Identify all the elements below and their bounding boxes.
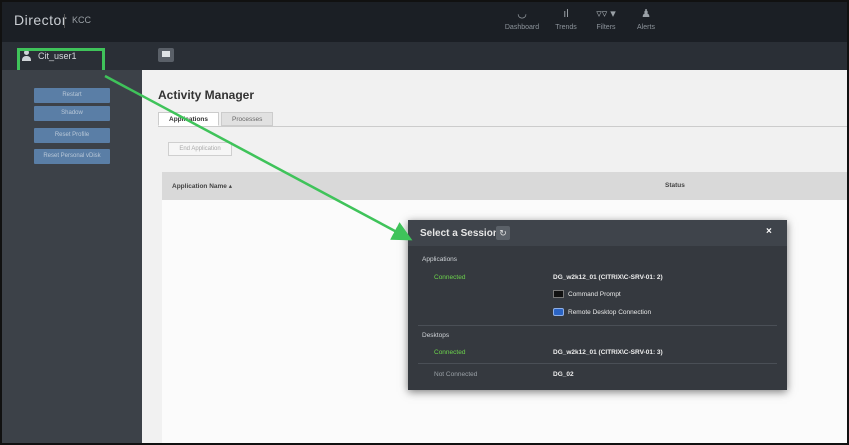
top-nav: ◡ Dashboard ıl Trends ▿▿ ▾ Filters ♟ Ale…: [500, 4, 668, 31]
close-icon[interactable]: ×: [766, 226, 772, 237]
tab-processes[interactable]: Processes: [221, 112, 274, 126]
remote-desktop-icon: [553, 308, 564, 316]
desktop-session-name[interactable]: DG_w2k12_01 (CITRIX\C-SRV-01: 3): [553, 349, 663, 356]
desktop-session-status[interactable]: Not Connected: [434, 371, 477, 378]
app-item-remote-desktop: Remote Desktop Connection: [553, 308, 651, 316]
desktop-session-status[interactable]: Connected: [434, 349, 465, 356]
app-item-command-prompt: Command Prompt: [553, 290, 621, 298]
dialog-title: Select a Session: [420, 228, 499, 239]
app-item-label: Command Prompt: [568, 290, 621, 298]
app-session-status[interactable]: Connected: [434, 274, 465, 281]
reset-vdisk-button[interactable]: Reset Personal vDisk: [34, 149, 110, 164]
nav-dashboard[interactable]: ◡ Dashboard: [500, 4, 544, 31]
section-divider: [418, 325, 777, 326]
sub-bar: Cit_user1: [2, 42, 847, 70]
restart-button[interactable]: Restart: [34, 88, 110, 103]
director-window: Director KCC ◡ Dashboard ıl Trends ▿▿ ▾ …: [0, 0, 849, 445]
nav-filters[interactable]: ▿▿ ▾ Filters: [588, 4, 624, 31]
app-session-name[interactable]: DG_w2k12_01 (CITRIX\C-SRV-01: 2): [553, 274, 663, 281]
nav-trends[interactable]: ıl Trends: [548, 4, 584, 31]
shadow-screen-icon[interactable]: [158, 48, 174, 62]
trends-icon: ıl: [563, 8, 569, 20]
site-name: KCC: [72, 15, 92, 25]
nav-trends-label: Trends: [555, 24, 577, 31]
select-session-dialog: Select a Session ↻ × Applications Connec…: [408, 220, 787, 390]
end-application-button[interactable]: End Application: [168, 142, 232, 156]
column-application-name[interactable]: Application Name ▴: [172, 182, 232, 190]
desktops-section-label: Desktops: [422, 332, 450, 339]
nav-alerts-label: Alerts: [637, 24, 655, 31]
applications-section-label: Applications: [422, 256, 458, 263]
brand-divider: [64, 14, 65, 28]
tab-divider: [158, 126, 847, 127]
reset-profile-button[interactable]: Reset Profile: [34, 128, 110, 143]
shadow-button[interactable]: Shadow: [34, 106, 110, 121]
desktop-session-name[interactable]: DG_02: [553, 371, 574, 378]
nav-alerts[interactable]: ♟ Alerts: [628, 4, 664, 31]
dashboard-icon: ◡: [517, 8, 527, 20]
command-prompt-icon: [553, 290, 564, 298]
tab-applications[interactable]: Applications: [158, 112, 220, 126]
dialog-header: Select a Session ↻ ×: [408, 220, 787, 246]
top-bar: Director KCC ◡ Dashboard ıl Trends ▿▿ ▾ …: [2, 2, 847, 42]
tab-bar: Applications Processes: [158, 112, 275, 126]
page-title: Activity Manager: [158, 88, 255, 102]
row-divider: [418, 363, 777, 364]
filters-icon: ▿▿ ▾: [596, 8, 616, 20]
column-status[interactable]: Status: [665, 182, 685, 189]
table-header: Application Name ▴ Status: [162, 172, 847, 200]
alerts-icon: ♟: [641, 8, 651, 20]
nav-filters-label: Filters: [596, 24, 616, 31]
nav-dashboard-label: Dashboard: [504, 24, 540, 31]
brand-title: Director: [14, 12, 68, 28]
action-sidebar: Restart Shadow Reset Profile Reset Perso…: [2, 70, 142, 443]
refresh-icon[interactable]: ↻: [496, 226, 510, 240]
app-item-label: Remote Desktop Connection: [568, 308, 652, 316]
